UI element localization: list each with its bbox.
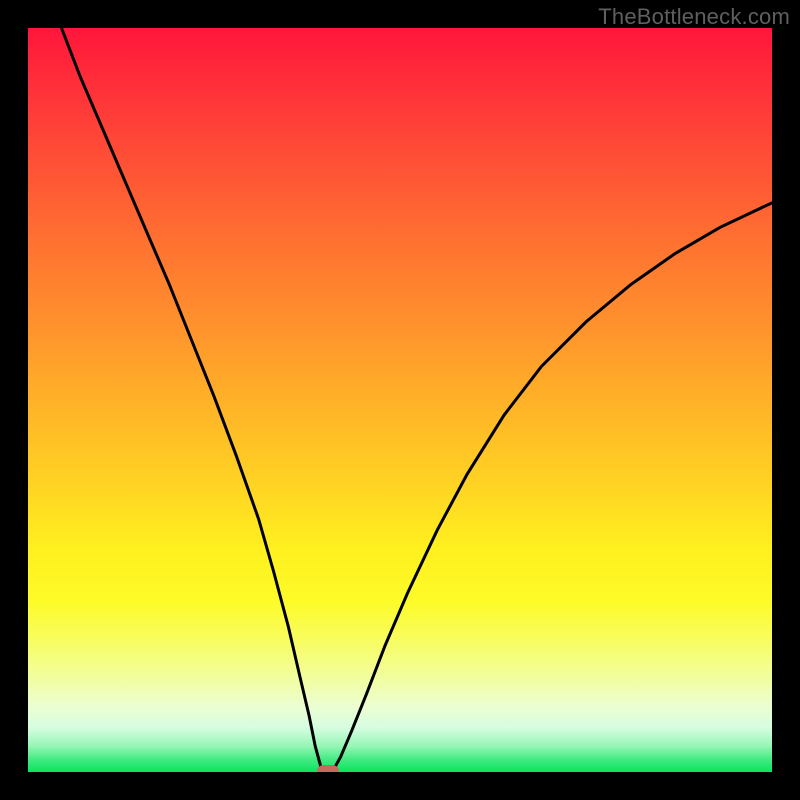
minimum-marker bbox=[317, 765, 339, 773]
curve-right bbox=[333, 203, 772, 771]
chart-frame: TheBottleneck.com bbox=[0, 0, 800, 800]
curve-left bbox=[62, 28, 322, 771]
plot-area bbox=[28, 28, 772, 772]
curve-svg bbox=[28, 28, 772, 772]
watermark-text: TheBottleneck.com bbox=[598, 4, 790, 30]
